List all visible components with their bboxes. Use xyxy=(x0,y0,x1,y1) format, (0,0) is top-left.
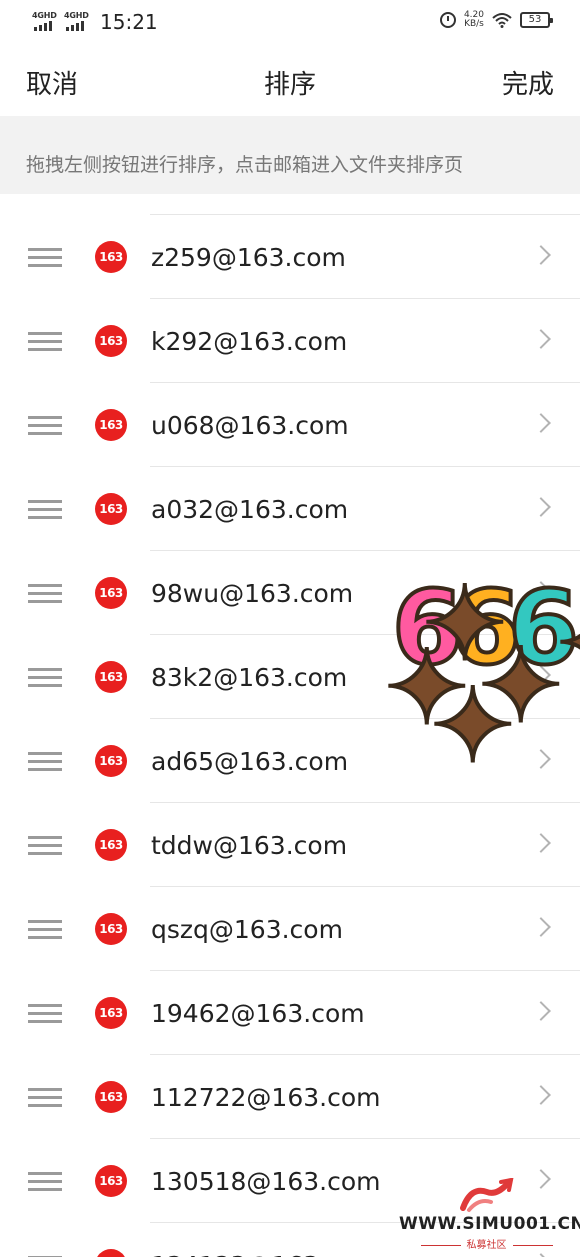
drag-handle-icon[interactable] xyxy=(28,920,62,940)
chevron-right-icon[interactable] xyxy=(531,833,551,853)
account-email[interactable]: ad65@163.com xyxy=(151,747,348,776)
sort-hint-banner: 拖拽左侧按钮进行排序，点击邮箱进入文件夹排序页 xyxy=(0,116,580,194)
mail-163-logo-icon: 163 xyxy=(95,997,127,1029)
account-email[interactable]: a032@163.com xyxy=(151,495,348,524)
nav-header: 取消 排序 完成 xyxy=(0,44,580,116)
network-type-1: 4GHD xyxy=(32,11,57,20)
account-row[interactable]: 163 qszq@163.com xyxy=(0,887,580,971)
alarm-icon xyxy=(439,12,456,28)
chevron-right-icon[interactable] xyxy=(531,917,551,937)
chevron-right-icon[interactable] xyxy=(531,1001,551,1021)
account-row[interactable]: 163 a032@163.com xyxy=(0,467,580,551)
sticker-666: 6 6 6 ✦ ✦ ✦ ✦ ✦ xyxy=(382,564,580,788)
mail-163-logo-icon: 163 xyxy=(95,1249,127,1257)
chevron-right-icon[interactable] xyxy=(531,413,551,433)
account-email[interactable]: 134123@163.com xyxy=(151,1251,381,1257)
mail-163-logo-icon: 163 xyxy=(95,409,127,441)
account-row[interactable]: 163 112722@163.com xyxy=(0,1055,580,1139)
mail-163-logo-icon: 163 xyxy=(95,829,127,861)
mail-163-logo-icon: 163 xyxy=(95,1165,127,1197)
drag-handle-icon[interactable] xyxy=(28,836,62,856)
account-email[interactable]: z259@163.com xyxy=(151,243,346,272)
account-email[interactable]: 130518@163.com xyxy=(151,1167,381,1196)
account-email[interactable]: 19462@163.com xyxy=(151,999,365,1028)
page-title: 排序 xyxy=(263,70,316,100)
sort-screen: 4GHD 4GHD 15:21 4.20 KB/s 53 取消 排序 完成 拖拽… xyxy=(0,0,580,1257)
status-bar: 4GHD 4GHD 15:21 4.20 KB/s 53 xyxy=(0,0,580,44)
chevron-right-icon[interactable] xyxy=(531,1253,551,1257)
watermark-logo-icon xyxy=(460,1178,514,1212)
chevron-right-icon[interactable] xyxy=(531,329,551,349)
network-speed: 4.20 KB/s xyxy=(464,11,484,29)
drag-handle-icon[interactable] xyxy=(28,1172,62,1192)
drag-handle-icon[interactable] xyxy=(28,500,62,520)
mail-163-logo-icon: 163 xyxy=(95,577,127,609)
account-email[interactable]: 112722@163.com xyxy=(151,1083,381,1112)
mail-163-logo-icon: 163 xyxy=(95,493,127,525)
account-email[interactable]: k292@163.com xyxy=(151,327,347,356)
account-row[interactable]: 163 19462@163.com xyxy=(0,971,580,1055)
account-email[interactable]: 83k2@163.com xyxy=(151,663,347,692)
watermark: WWW.SIMU001.CN 私募社区 xyxy=(399,1178,580,1253)
mail-163-logo-icon: 163 xyxy=(95,241,127,273)
account-row[interactable]: 163 k292@163.com xyxy=(0,299,580,383)
account-email[interactable]: qszq@163.com xyxy=(151,915,343,944)
account-email[interactable]: 98wu@163.com xyxy=(151,579,353,608)
speed-unit: KB/s xyxy=(464,19,484,29)
drag-handle-icon[interactable] xyxy=(28,1004,62,1024)
watermark-url: WWW.SIMU001.CN xyxy=(399,1214,580,1234)
battery-icon: 53 xyxy=(520,12,553,28)
account-email[interactable]: u068@163.com xyxy=(151,411,349,440)
mail-163-logo-icon: 163 xyxy=(95,325,127,357)
account-row[interactable]: 163 u068@163.com xyxy=(0,383,580,467)
account-row[interactable]: 163 z259@163.com xyxy=(0,215,580,299)
wifi-icon xyxy=(492,13,512,28)
signal-icon: 4GHD xyxy=(32,11,58,31)
status-time: 15:21 xyxy=(100,10,158,34)
mail-163-logo-icon: 163 xyxy=(95,661,127,693)
status-right: 4.20 KB/s 53 xyxy=(439,11,553,29)
chevron-right-icon[interactable] xyxy=(531,1085,551,1105)
sort-hint-text: 拖拽左侧按钮进行排序，点击邮箱进入文件夹排序页 xyxy=(26,154,464,176)
drag-handle-icon[interactable] xyxy=(28,416,62,436)
watermark-subtitle: 私募社区 xyxy=(399,1236,574,1251)
drag-handle-icon[interactable] xyxy=(28,248,62,268)
network-type-2: 4GHD xyxy=(64,11,89,20)
drag-handle-icon[interactable] xyxy=(28,1088,62,1108)
mail-163-logo-icon: 163 xyxy=(95,745,127,777)
chevron-right-icon[interactable] xyxy=(531,749,551,769)
sparkle-icon: ✦ xyxy=(554,584,580,706)
drag-handle-icon[interactable] xyxy=(28,752,62,772)
account-row[interactable]: 163 tddw@163.com xyxy=(0,803,580,887)
drag-handle-icon[interactable] xyxy=(28,332,62,352)
drag-handle-icon[interactable] xyxy=(28,584,62,604)
mail-163-logo-icon: 163 xyxy=(95,1081,127,1113)
sparkle-icon: ✦ xyxy=(428,666,517,788)
status-left: 4GHD 4GHD 15:21 xyxy=(32,10,158,34)
account-email[interactable]: tddw@163.com xyxy=(151,831,347,860)
chevron-right-icon[interactable] xyxy=(531,245,551,265)
chevron-right-icon[interactable] xyxy=(531,497,551,517)
mail-163-logo-icon: 163 xyxy=(95,913,127,945)
drag-handle-icon[interactable] xyxy=(28,668,62,688)
done-button[interactable]: 完成 xyxy=(502,64,554,101)
signal-icon: 4GHD xyxy=(64,11,90,31)
